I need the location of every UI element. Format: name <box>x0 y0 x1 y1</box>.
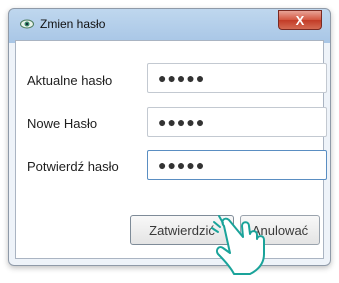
current-password-field[interactable]: ●●●●● <box>147 63 327 93</box>
new-password-label: Nowe Hasło <box>27 116 98 131</box>
new-password-value: ●●●●● <box>158 114 206 130</box>
confirm-password-label: Potwierdź hasło <box>27 159 119 174</box>
confirm-button-label: Zatwierdzić <box>149 222 215 238</box>
eye-icon <box>20 19 34 29</box>
close-button[interactable]: X <box>278 10 322 30</box>
current-password-label: Aktualne hasło <box>27 73 113 88</box>
current-password-value: ●●●●● <box>158 70 206 86</box>
close-icon: X <box>295 12 305 28</box>
confirm-password-value: ●●●●● <box>158 157 206 173</box>
change-password-dialog: Zmien hasło X Aktualne hasło ●●●●● Nowe … <box>8 8 331 266</box>
confirm-password-field[interactable]: ●●●●● <box>147 150 327 180</box>
window-title: Zmien hasło <box>40 17 106 31</box>
new-password-field[interactable]: ●●●●● <box>147 107 327 137</box>
title-bar[interactable]: Zmien hasło X <box>9 9 330 39</box>
hand-pointer-icon <box>211 215 265 275</box>
